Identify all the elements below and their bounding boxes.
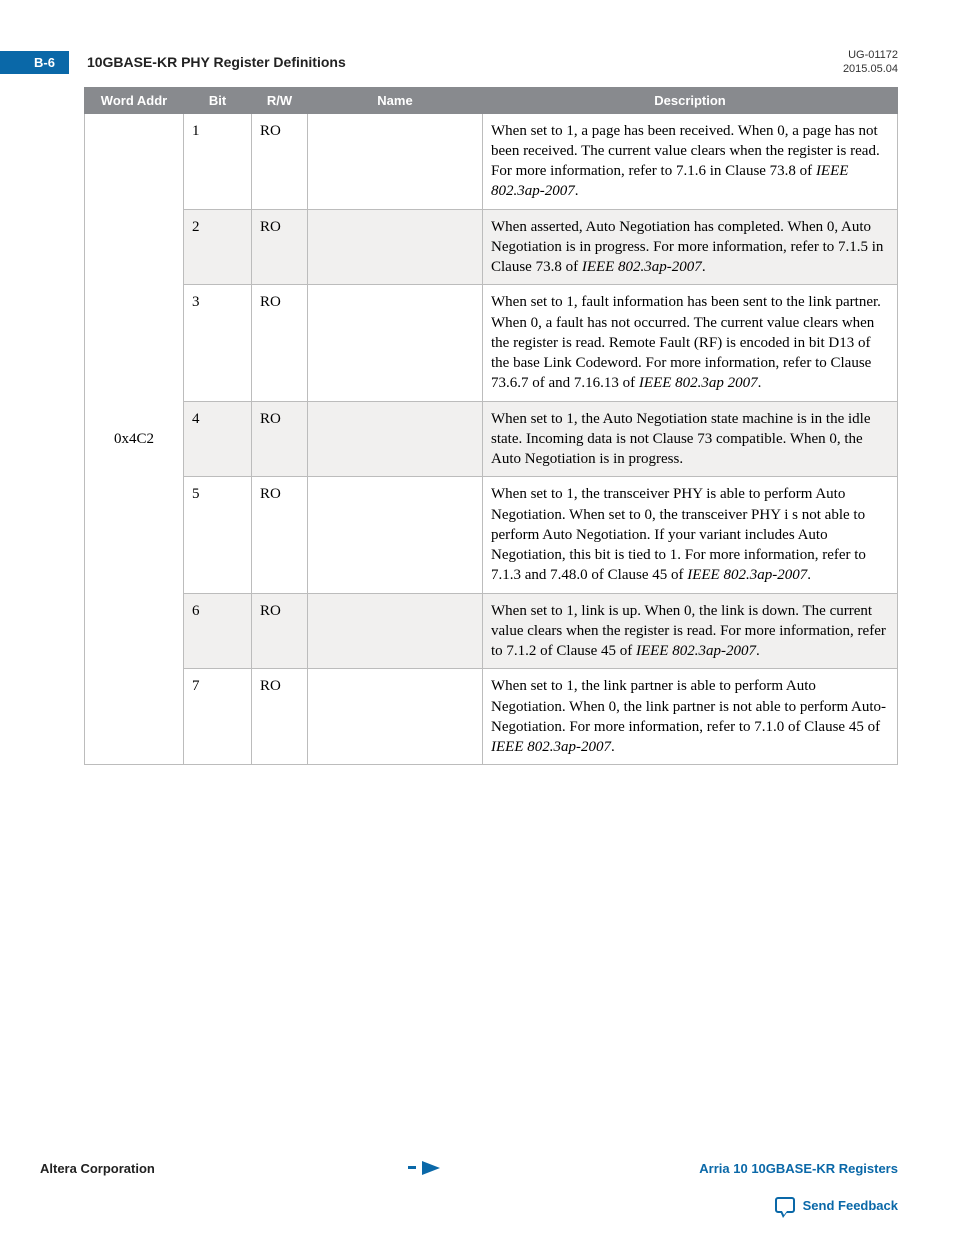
- cell-description: When set to 1, link is up. When 0, the l…: [483, 593, 898, 669]
- cell-name: [308, 669, 483, 765]
- cell-name: [308, 113, 483, 209]
- cell-description: When set to 1, the Auto Negotiation stat…: [483, 401, 898, 477]
- cell-rw: RO: [252, 477, 308, 593]
- cell-bit: 2: [184, 209, 252, 285]
- cell-description: When set to 1, fault information has bee…: [483, 285, 898, 401]
- table-row: 7RO When set to 1, the link partner is ab…: [85, 669, 898, 765]
- cell-bit: 1: [184, 113, 252, 209]
- cell-rw: RO: [252, 113, 308, 209]
- table-header-row: Word Addr Bit R/W Name Description: [85, 87, 898, 113]
- cell-bit: 6: [184, 593, 252, 669]
- footer-company: Altera Corporation: [40, 1161, 155, 1176]
- cell-bit: 7: [184, 669, 252, 765]
- cell-rw: RO: [252, 285, 308, 401]
- page-footer: Altera Corporation Arria 10 10GBASE-KR R…: [40, 1159, 898, 1177]
- send-feedback-link[interactable]: Send Feedback: [775, 1197, 898, 1213]
- table-row: 0x4C21ROWhen set to 1, a page has been r…: [85, 113, 898, 209]
- col-bit: Bit: [184, 87, 252, 113]
- cell-rw: RO: [252, 401, 308, 477]
- doc-id: UG-01172: [843, 48, 898, 62]
- section-title: 10GBASE-KR PHY Register Definitions: [87, 54, 843, 70]
- document-meta: UG-01172 2015.05.04: [843, 48, 898, 77]
- cell-name: [308, 401, 483, 477]
- cell-name: [308, 593, 483, 669]
- cell-name: [308, 209, 483, 285]
- cell-rw: RO: [252, 669, 308, 765]
- col-rw: R/W: [252, 87, 308, 113]
- cell-name: [308, 285, 483, 401]
- col-description: Description: [483, 87, 898, 113]
- cell-bit: 4: [184, 401, 252, 477]
- table-row: 3RO When set to 1, fault information has …: [85, 285, 898, 401]
- footer-doc-link[interactable]: Arria 10 10GBASE-KR Registers: [699, 1161, 898, 1176]
- cell-description: When set to 1, the transceiver PHY is ab…: [483, 477, 898, 593]
- feedback-icon: [775, 1197, 795, 1213]
- table-row: 6RO When set to 1, link is up. When 0, th…: [85, 593, 898, 669]
- footer-arrow-decoration: [408, 1159, 446, 1177]
- col-name: Name: [308, 87, 483, 113]
- table-row: 4RO When set to 1, the Auto Negotiation s…: [85, 401, 898, 477]
- table-row: 2RO When asserted, Auto Negotiation has c…: [85, 209, 898, 285]
- page-number-badge: B-6: [0, 51, 69, 74]
- feedback-label: Send Feedback: [803, 1198, 898, 1213]
- cell-name: [308, 477, 483, 593]
- cell-bit: 3: [184, 285, 252, 401]
- cell-description: When set to 1, the link partner is able …: [483, 669, 898, 765]
- cell-description: When asserted, Auto Negotiation has comp…: [483, 209, 898, 285]
- cell-word-addr: 0x4C2: [85, 113, 184, 765]
- table-row: 5RO When set to 1, the transceiver PHY is…: [85, 477, 898, 593]
- doc-date: 2015.05.04: [843, 62, 898, 76]
- cell-rw: RO: [252, 593, 308, 669]
- register-table: Word Addr Bit R/W Name Description 0x4C2…: [84, 87, 898, 766]
- cell-bit: 5: [184, 477, 252, 593]
- cell-description: When set to 1, a page has been received.…: [483, 113, 898, 209]
- page-header: B-6 10GBASE-KR PHY Register Definitions …: [40, 48, 898, 77]
- cell-rw: RO: [252, 209, 308, 285]
- col-word-addr: Word Addr: [85, 87, 184, 113]
